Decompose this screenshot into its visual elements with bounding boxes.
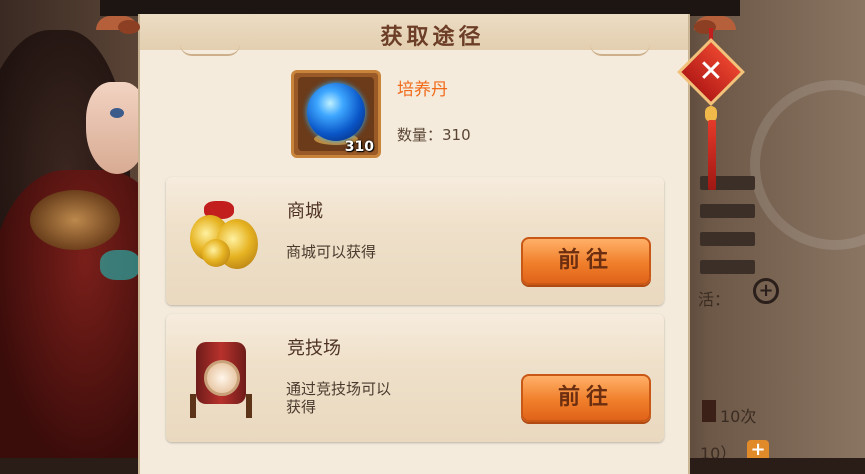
item-icon-frame[interactable]: 310 [291, 70, 381, 158]
source-title: 竞技场 [287, 338, 341, 359]
source-description: 通过竞技场可以获得 [286, 380, 392, 416]
background-times: 10次 [720, 407, 757, 426]
source-title: 商城 [287, 201, 323, 222]
go-button-shop[interactable]: 前往 [521, 237, 651, 285]
source-card-arena: 竞技场 通过竞技场可以获得 前往 [166, 314, 664, 442]
close-x-icon[interactable]: ✕ [687, 48, 735, 96]
source-card-shop: 商城 商城可以获得 前往 [166, 177, 664, 305]
plus-icon[interactable]: + [747, 440, 769, 458]
source-description: 商城可以获得 [286, 243, 377, 261]
dialog-title: 获取途径 [380, 24, 485, 50]
item-badge-count: 310 [344, 139, 374, 155]
tassel-icon [708, 120, 716, 190]
zoom-in-icon[interactable]: + [753, 278, 779, 304]
blue-orb-icon [307, 83, 365, 141]
go-button-arena[interactable]: 前往 [521, 374, 651, 422]
item-quantity: 数量：310 [397, 126, 471, 144]
background-partial: 10） [700, 444, 737, 458]
item-name: 培养丹 [397, 80, 448, 100]
background-label: 活： [698, 290, 731, 309]
